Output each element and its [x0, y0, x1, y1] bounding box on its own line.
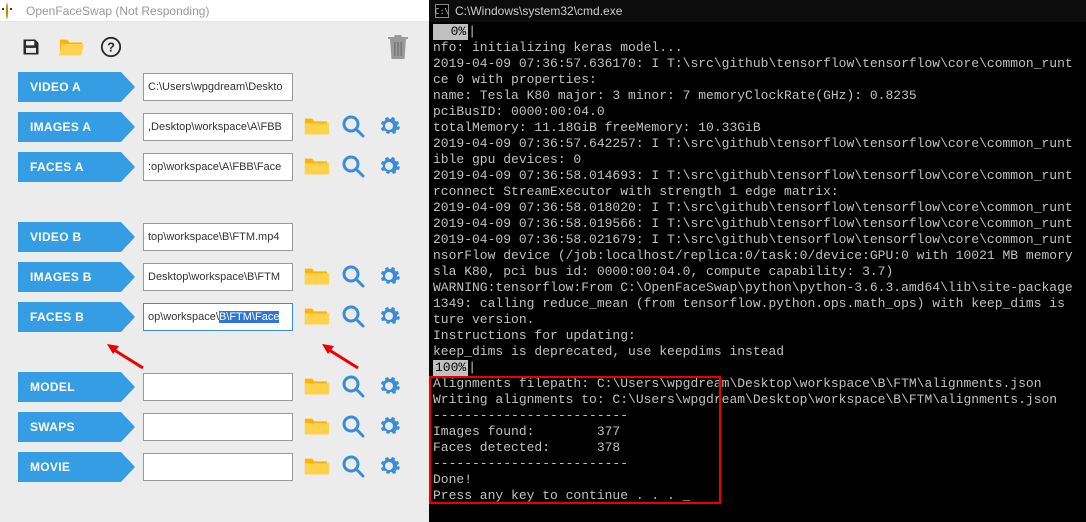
- label-video-a[interactable]: VIDEO A: [18, 72, 121, 102]
- terminal-line: 100%|: [433, 360, 1082, 376]
- search-icon[interactable]: [341, 454, 365, 481]
- row-images-b: IMAGES B: [18, 262, 411, 292]
- terminal-line: Alignments filepath: C:\Users\wpgdream\D…: [433, 376, 1082, 392]
- gear-icon[interactable]: [377, 454, 401, 481]
- input-faces-a[interactable]: [143, 153, 293, 181]
- folder-icon[interactable]: [303, 115, 329, 140]
- open-folder-button[interactable]: [58, 34, 84, 60]
- terminal-line: ce 0 with properties:: [433, 72, 1082, 88]
- search-icon[interactable]: [341, 154, 365, 181]
- row-video-a: VIDEO A: [18, 72, 411, 102]
- title-bar: OpenFaceSwap (Not Responding): [0, 0, 429, 22]
- terminal-line: 2019-04-09 07:36:58.021679: I T:\src\git…: [433, 232, 1082, 248]
- terminal-line: pciBusID: 0000:00:04.0: [433, 104, 1082, 120]
- terminal-line: Images found: 377: [433, 424, 1082, 440]
- openfaceswap-window: OpenFaceSwap (Not Responding) ? VIDEO A …: [0, 0, 429, 522]
- terminal-line: nsorFlow device (/job:localhost/replica:…: [433, 248, 1082, 264]
- cmd-title-bar: C:\ C:\Windows\system32\cmd.exe: [429, 0, 1086, 22]
- terminal-output[interactable]: 0%|nfo: initializing keras model...2019-…: [429, 22, 1086, 522]
- window-title: OpenFaceSwap (Not Responding): [26, 4, 209, 18]
- terminal-line: 2019-04-09 07:36:58.019566: I T:\src\git…: [433, 216, 1082, 232]
- folder-icon[interactable]: [303, 375, 329, 400]
- terminal-line: 2019-04-09 07:36:58.014693: I T:\src\git…: [433, 168, 1082, 184]
- terminal-line: Faces detected: 378: [433, 440, 1082, 456]
- terminal-line: Press any key to continue . . . _: [433, 488, 1082, 504]
- terminal-line: 1349: calling reduce_mean (from tensorfl…: [433, 296, 1082, 312]
- row-images-a: IMAGES A: [18, 112, 411, 142]
- folder-icon[interactable]: [303, 455, 329, 480]
- terminal-line: Writing alignments to: C:\Users\wpgdream…: [433, 392, 1082, 408]
- row-faces-b: FACES B op\workspace\B\FTM\Face: [18, 302, 411, 332]
- terminal-line: WARNING:tensorflow:From C:\OpenFaceSwap\…: [433, 280, 1082, 296]
- terminal-line: 2019-04-09 07:36:58.018020: I T:\src\git…: [433, 200, 1082, 216]
- row-swaps: SWAPS: [18, 412, 411, 442]
- folder-icon[interactable]: [303, 415, 329, 440]
- label-faces-b[interactable]: FACES B: [18, 302, 121, 332]
- label-movie[interactable]: MOVIE: [18, 452, 121, 482]
- cmd-icon: C:\: [435, 4, 449, 18]
- label-model[interactable]: MODEL: [18, 372, 121, 402]
- input-model[interactable]: [143, 373, 293, 401]
- save-button[interactable]: [18, 34, 44, 60]
- input-faces-b[interactable]: op\workspace\B\FTM\Face: [143, 303, 293, 331]
- search-icon[interactable]: [341, 414, 365, 441]
- gear-icon[interactable]: [377, 264, 401, 291]
- app-icon: [6, 4, 20, 18]
- folder-icon[interactable]: [303, 265, 329, 290]
- input-movie[interactable]: [143, 453, 293, 481]
- help-button[interactable]: ?: [98, 34, 124, 60]
- folder-icon[interactable]: [303, 305, 329, 330]
- search-icon[interactable]: [341, 264, 365, 291]
- terminal-line: keep_dims is deprecated, use keepdims in…: [433, 344, 1082, 360]
- terminal-line: sla K80, pci bus id: 0000:00:04.0, compu…: [433, 264, 1082, 280]
- terminal-line: ture version.: [433, 312, 1082, 328]
- search-icon[interactable]: [341, 374, 365, 401]
- terminal-line: rconnect StreamExecutor with strength 1 …: [433, 184, 1082, 200]
- gear-icon[interactable]: [377, 114, 401, 141]
- row-movie: MOVIE: [18, 452, 411, 482]
- search-icon[interactable]: [341, 114, 365, 141]
- terminal-line: name: Tesla K80 major: 3 minor: 7 memory…: [433, 88, 1082, 104]
- cmd-window: C:\ C:\Windows\system32\cmd.exe 0%|nfo: …: [429, 0, 1086, 522]
- gear-icon[interactable]: [377, 154, 401, 181]
- toolbar: ?: [0, 22, 429, 72]
- row-model: MODEL: [18, 372, 411, 402]
- input-images-b[interactable]: [143, 263, 293, 291]
- form-rows: VIDEO A IMAGES A FACES A VI: [0, 72, 429, 482]
- terminal-line: -------------------------: [433, 408, 1082, 424]
- gear-icon[interactable]: [377, 304, 401, 331]
- svg-text:?: ?: [107, 40, 115, 55]
- terminal-line: 2019-04-09 07:36:57.636170: I T:\src\git…: [433, 56, 1082, 72]
- terminal-line: 2019-04-09 07:36:57.642257: I T:\src\git…: [433, 136, 1082, 152]
- gear-icon[interactable]: [377, 374, 401, 401]
- trash-button[interactable]: [385, 34, 411, 60]
- label-faces-a[interactable]: FACES A: [18, 152, 121, 182]
- row-faces-a: FACES A: [18, 152, 411, 182]
- input-swaps[interactable]: [143, 413, 293, 441]
- label-images-b[interactable]: IMAGES B: [18, 262, 121, 292]
- label-swaps[interactable]: SWAPS: [18, 412, 121, 442]
- terminal-line: nfo: initializing keras model...: [433, 40, 1082, 56]
- search-icon[interactable]: [341, 304, 365, 331]
- row-video-b: VIDEO B: [18, 222, 411, 252]
- terminal-line: ible gpu devices: 0: [433, 152, 1082, 168]
- cmd-window-title: C:\Windows\system32\cmd.exe: [455, 4, 622, 18]
- label-video-b[interactable]: VIDEO B: [18, 222, 121, 252]
- terminal-line: totalMemory: 11.18GiB freeMemory: 10.33G…: [433, 120, 1082, 136]
- input-video-a[interactable]: [143, 73, 293, 101]
- terminal-line: Done!: [433, 472, 1082, 488]
- folder-icon[interactable]: [303, 155, 329, 180]
- input-images-a[interactable]: [143, 113, 293, 141]
- terminal-line: Instructions for updating:: [433, 328, 1082, 344]
- input-video-b[interactable]: [143, 223, 293, 251]
- terminal-line: -------------------------: [433, 456, 1082, 472]
- label-images-a[interactable]: IMAGES A: [18, 112, 121, 142]
- terminal-line: 0%|: [433, 24, 1082, 40]
- gear-icon[interactable]: [377, 414, 401, 441]
